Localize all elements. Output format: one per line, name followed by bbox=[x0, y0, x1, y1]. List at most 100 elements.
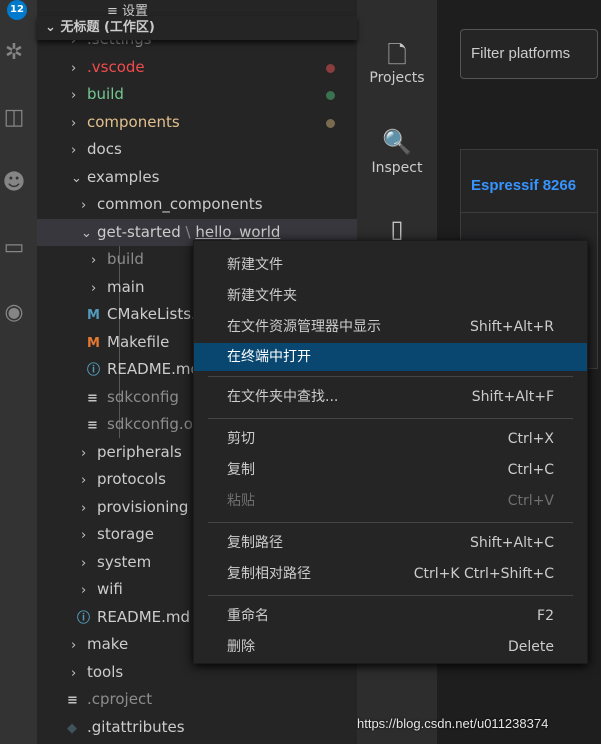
tree-item-label: make bbox=[87, 635, 129, 653]
menu-separator bbox=[208, 595, 573, 596]
menu-item[interactable]: 在终端中打开 bbox=[194, 343, 587, 371]
menu-item-label: 重命名 bbox=[227, 608, 269, 624]
tree-item[interactable]: ◆ .gitattributes bbox=[37, 714, 357, 741]
tree-item-label: peripherals bbox=[97, 442, 182, 461]
menu-item: 粘贴 Ctrl+V bbox=[194, 486, 587, 517]
chevron-right-icon: › bbox=[91, 253, 97, 268]
menu-separator bbox=[208, 418, 573, 419]
menu-item-label: 复制相对路径 bbox=[227, 566, 311, 582]
tree-item[interactable]: › common_components bbox=[37, 191, 357, 218]
git-status-dot bbox=[326, 118, 335, 128]
workspace-title: 无标题 (工作区) bbox=[60, 20, 155, 35]
menu-item-label: 复制路径 bbox=[227, 535, 283, 551]
menu-item[interactable]: 在文件资源管理器中显示 Shift+Alt+R bbox=[194, 312, 587, 343]
extensions-icon[interactable]: ◫ bbox=[0, 105, 28, 135]
chevron-down-icon: ⌄ bbox=[45, 20, 56, 35]
inspect-label: Inspect bbox=[371, 160, 423, 176]
menu-item-label: 删除 bbox=[227, 639, 255, 655]
inspect-icon: 🔍 bbox=[382, 128, 412, 156]
chevron-right-icon: › bbox=[81, 583, 87, 598]
makefile-icon: M bbox=[87, 335, 100, 351]
tree-item-label: .gitattributes bbox=[87, 717, 185, 736]
tree-item[interactable]: › build bbox=[37, 81, 357, 108]
menu-item[interactable]: 剪切 Ctrl+X bbox=[194, 424, 587, 455]
info-icon: ⓘ bbox=[87, 363, 101, 378]
menu-item-label: 在终端中打开 bbox=[227, 349, 311, 365]
remote-explorer-icon[interactable]: ▭ bbox=[0, 235, 28, 265]
menu-item[interactable]: 新建文件夹 bbox=[194, 281, 587, 312]
menu-item[interactable]: 复制路径 Shift+Alt+C bbox=[194, 528, 587, 559]
menu-item-shortcut: Ctrl+X bbox=[507, 431, 554, 447]
tree-item-label: protocols bbox=[97, 470, 167, 488]
menu-item-shortcut: Ctrl+C bbox=[507, 462, 554, 478]
tree-item-label: .vscode bbox=[87, 57, 145, 76]
menu-item-label: 新建文件夹 bbox=[227, 288, 297, 304]
chevron-right-icon: › bbox=[91, 280, 97, 296]
info-icon: ⓘ bbox=[77, 610, 91, 626]
chevron-down-icon: ⌄ bbox=[81, 225, 92, 241]
espressif-icon[interactable]: ◉ bbox=[0, 300, 28, 330]
chevron-right-icon: › bbox=[81, 445, 87, 461]
chevron-right-icon: › bbox=[71, 665, 77, 681]
platform-card-title[interactable]: Espressif 8266 bbox=[471, 177, 576, 194]
tree-item[interactable]: › components bbox=[37, 109, 357, 136]
cmake-icon: M bbox=[87, 308, 100, 323]
tree-item-label: Makefile bbox=[107, 332, 170, 351]
tree-item[interactable]: › .vscode bbox=[37, 54, 357, 81]
filter-platforms-input[interactable]: Filter platforms bbox=[460, 29, 598, 79]
menu-item-shortcut: Shift+Alt+C bbox=[469, 535, 554, 551]
git-status-dot bbox=[326, 63, 335, 73]
menu-item[interactable]: 复制相对路径 Ctrl+K Ctrl+Shift+C bbox=[194, 559, 587, 590]
menu-item-label: 新建文件 bbox=[227, 257, 283, 273]
debug-icon[interactable]: ✲ bbox=[0, 40, 28, 70]
path-separator: \ bbox=[180, 222, 196, 241]
tree-item[interactable]: › docs bbox=[37, 136, 357, 163]
tree-item-label: sdkconfig bbox=[107, 387, 179, 406]
menu-item[interactable]: 新建文件 bbox=[194, 250, 587, 281]
tree-item-label: build bbox=[87, 85, 124, 103]
file-lines-icon: ≡ bbox=[87, 418, 98, 433]
menu-item[interactable]: 删除 Delete bbox=[194, 632, 587, 663]
chevron-right-icon: › bbox=[81, 473, 87, 488]
menu-item-shortcut: F2 bbox=[537, 608, 554, 624]
tree-item-label: system bbox=[97, 552, 152, 571]
menu-item-shortcut: Delete bbox=[508, 639, 554, 655]
context-menu: 新建文件新建文件夹在文件资源管理器中显示 Shift+Alt+R 在终端中打开在文件… bbox=[193, 240, 588, 664]
chevron-right-icon: › bbox=[71, 115, 77, 131]
watermark: https://blog.csdn.net/u011238374 bbox=[357, 716, 549, 731]
menu-item-shortcut: Shift+Alt+F bbox=[471, 389, 554, 405]
tree-item[interactable]: ≡ .cproject bbox=[37, 686, 357, 713]
menu-item-label: 在文件夹中查找... bbox=[227, 389, 339, 405]
tree-item-label: build bbox=[107, 250, 144, 268]
tree-item-label: wifi bbox=[97, 580, 123, 598]
menu-separator bbox=[208, 522, 573, 523]
menu-item-shortcut: Ctrl+K Ctrl+Shift+C bbox=[413, 566, 554, 582]
workspace-header[interactable]: ⌄ 无标题 (工作区) bbox=[37, 16, 357, 40]
menu-item[interactable]: 重命名 F2 bbox=[194, 601, 587, 632]
inspect-button[interactable]: 🔍 Inspect bbox=[357, 128, 437, 176]
card-divider bbox=[461, 212, 597, 213]
chevron-right-icon: › bbox=[71, 143, 77, 158]
tree-item-label: docs bbox=[87, 140, 122, 158]
tree-item-label: components bbox=[87, 112, 180, 131]
tree-item-label: provisioning bbox=[97, 497, 189, 516]
tree-item-label: storage bbox=[97, 525, 154, 543]
chevron-right-icon: › bbox=[81, 528, 87, 543]
menu-item[interactable]: 在文件夹中查找... Shift+Alt+F bbox=[194, 382, 587, 413]
tree-item-label: main bbox=[107, 277, 145, 296]
chevron-right-icon: › bbox=[81, 198, 87, 213]
project-file-icon: 🗋 bbox=[387, 41, 407, 69]
file-lines-icon: ≡ bbox=[67, 693, 78, 708]
menu-item[interactable]: 复制 Ctrl+C bbox=[194, 455, 587, 486]
tree-item-label: README.md bbox=[107, 360, 201, 378]
platformio-icon[interactable]: ☻ bbox=[0, 170, 28, 200]
menu-item-shortcut: Ctrl+V bbox=[507, 493, 554, 509]
tree-item[interactable]: ⌄ examples bbox=[37, 164, 357, 191]
notification-badge: 12 bbox=[7, 0, 27, 20]
git-icon: ◆ bbox=[67, 720, 77, 736]
tree-item-sublabel: hello_world bbox=[195, 222, 281, 241]
menu-separator bbox=[208, 376, 573, 377]
projects-button[interactable]: 🗋 Projects bbox=[357, 38, 437, 86]
tree-item-label: .cproject bbox=[87, 690, 153, 708]
tree-item-label: get-started bbox=[97, 222, 181, 241]
